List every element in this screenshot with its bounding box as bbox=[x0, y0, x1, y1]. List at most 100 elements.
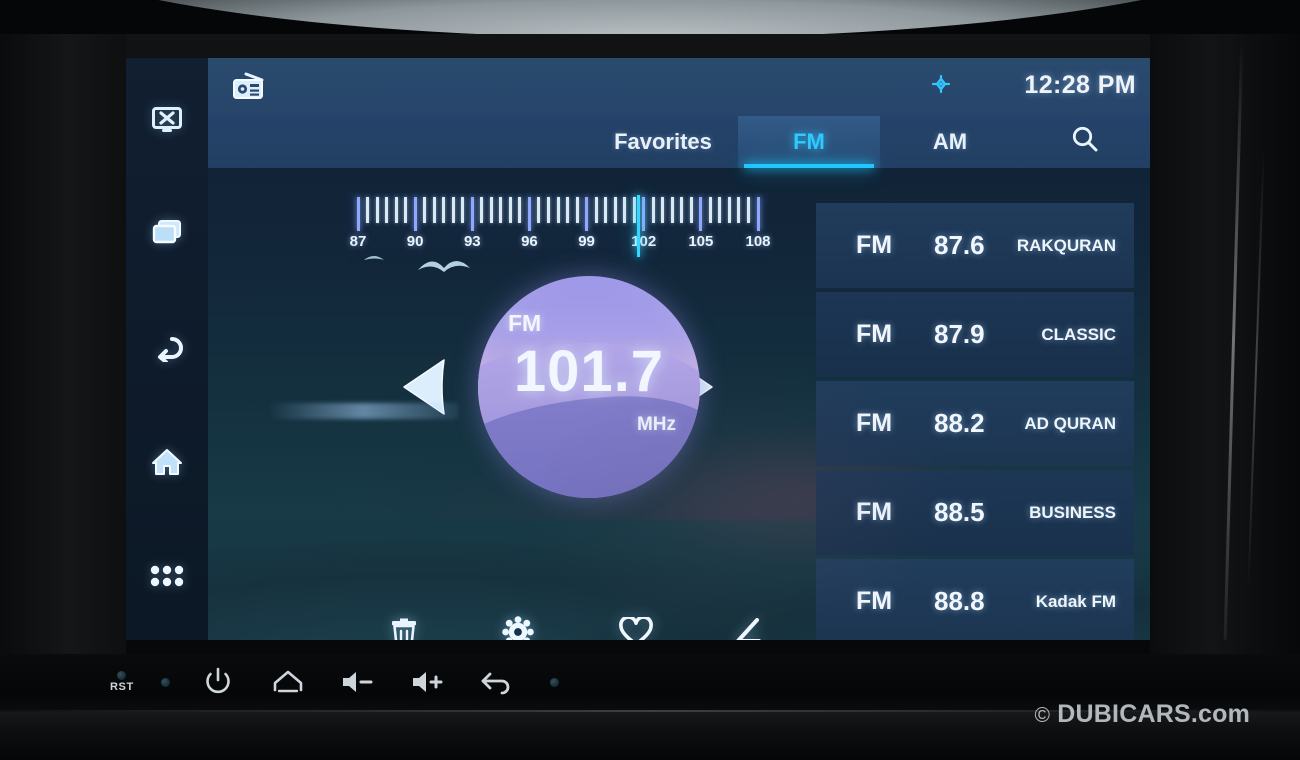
volume-up-button[interactable] bbox=[393, 668, 463, 696]
status-bar: 12:28 PM bbox=[208, 58, 1150, 116]
gear-icon bbox=[502, 615, 534, 640]
reset-pinhole-icon bbox=[117, 671, 127, 680]
sidebar-item-home[interactable] bbox=[126, 434, 208, 490]
station-row[interactable]: FM 88.2 AD QURAN bbox=[816, 381, 1134, 466]
tuning-tick-major bbox=[413, 197, 417, 231]
station-row[interactable]: FM 88.5 BUSINESS bbox=[816, 470, 1134, 555]
sidebar-rail bbox=[126, 58, 208, 640]
tuning-tick-minor bbox=[432, 197, 436, 223]
tuning-tick-minor bbox=[518, 197, 522, 223]
frequency-dial[interactable]: FM 101.7 MHz bbox=[478, 276, 700, 498]
tuning-tick-minor bbox=[394, 197, 398, 223]
tab-favorites-label: Favorites bbox=[614, 129, 712, 154]
tuning-tick-major bbox=[527, 197, 531, 231]
station-frequency: 88.5 bbox=[934, 497, 985, 527]
tuning-tick-minor bbox=[651, 197, 655, 223]
tab-fm-label: FM bbox=[793, 129, 825, 154]
tuning-tick-minor bbox=[670, 197, 674, 223]
prev-station-button[interactable] bbox=[396, 356, 452, 423]
sidebar-item-back[interactable] bbox=[126, 320, 208, 376]
station-name: AD QURAN bbox=[1024, 413, 1116, 433]
station-band: FM bbox=[856, 409, 893, 437]
tuning-tick-minor bbox=[737, 197, 741, 223]
tuning-tick-minor bbox=[718, 197, 722, 223]
station-row[interactable]: FM 87.6 RAKQURAN bbox=[816, 203, 1134, 288]
back-hardware-button[interactable] bbox=[462, 669, 532, 695]
tuning-scale-label: 96 bbox=[521, 233, 538, 250]
screen-off-icon bbox=[152, 107, 182, 133]
tuning-tick-minor bbox=[423, 197, 427, 223]
tab-fm[interactable]: FM bbox=[738, 116, 880, 168]
action-toolbar bbox=[358, 606, 828, 640]
favorite-button[interactable] bbox=[608, 606, 664, 640]
tuning-scale-label: 108 bbox=[745, 233, 771, 250]
indicator-led bbox=[148, 677, 184, 687]
home-icon bbox=[151, 448, 183, 476]
tuning-tick-minor bbox=[451, 197, 455, 223]
tuning-tick-major bbox=[699, 197, 703, 231]
tab-am[interactable]: AM bbox=[880, 116, 1020, 168]
tuning-tick-minor bbox=[385, 197, 389, 223]
dashboard: 12:28 PM Favorites FM AM 87 90 93 96 99 … bbox=[0, 0, 1300, 760]
tab-favorites[interactable]: Favorites bbox=[588, 116, 738, 168]
station-name: BUSINESS bbox=[1029, 502, 1116, 522]
tuning-tick-minor bbox=[461, 197, 465, 223]
station-band: FM bbox=[856, 231, 893, 259]
tuning-tick-minor bbox=[499, 197, 503, 223]
sidebar-item-apps[interactable] bbox=[126, 548, 208, 604]
tuning-tick-minor bbox=[613, 197, 617, 223]
dashboard-top-trim bbox=[0, 0, 1300, 38]
trash-icon bbox=[390, 616, 418, 640]
tab-bar: Favorites FM AM bbox=[208, 116, 1150, 168]
infotainment-screen[interactable]: 12:28 PM Favorites FM AM 87 90 93 96 99 … bbox=[126, 58, 1150, 640]
station-row[interactable]: FM 87.9 CLASSIC bbox=[816, 292, 1134, 377]
tuning-tick-minor bbox=[575, 197, 579, 223]
tuning-tick-minor bbox=[442, 197, 446, 223]
station-frequency: 87.9 bbox=[934, 319, 985, 349]
tuning-tick-minor bbox=[661, 197, 665, 223]
tuning-tick-minor bbox=[375, 197, 379, 223]
sidebar-item-screen-off[interactable] bbox=[126, 92, 208, 148]
power-icon bbox=[203, 667, 233, 697]
station-name: Kadak FM bbox=[1035, 591, 1116, 611]
led-icon-right bbox=[549, 677, 559, 687]
tuning-tick-minor bbox=[623, 197, 627, 223]
station-frequency: 88.8 bbox=[934, 586, 985, 616]
tuning-tick-minor bbox=[537, 197, 541, 223]
station-band: FM bbox=[856, 320, 893, 348]
app-grid-icon bbox=[150, 564, 184, 588]
equalizer-button[interactable] bbox=[720, 606, 776, 640]
delete-button[interactable] bbox=[376, 606, 432, 640]
tab-search[interactable] bbox=[1020, 116, 1150, 168]
tuning-tick-minor bbox=[489, 197, 493, 223]
tuning-tick-major bbox=[756, 197, 760, 231]
reset-button[interactable]: RST bbox=[96, 671, 148, 693]
gps-location-icon bbox=[928, 74, 954, 106]
tuning-cursor[interactable] bbox=[636, 195, 640, 257]
equalizer-icon bbox=[733, 617, 763, 640]
watermark-copyright: © bbox=[1034, 704, 1051, 727]
tuning-tick-minor bbox=[632, 197, 636, 223]
dial-band-label: FM bbox=[508, 310, 542, 336]
dial-frequency-unit: MHz bbox=[636, 414, 676, 435]
station-list[interactable]: FM 87.6 RAKQURAN FM 87.9 CLASSIC FM 88.2 AD QURA… bbox=[816, 203, 1134, 640]
station-name: RAKQURAN bbox=[1016, 235, 1116, 255]
tuning-tick-minor bbox=[746, 197, 750, 223]
tuning-tick-minor bbox=[566, 197, 570, 223]
tuning-tick-minor bbox=[594, 197, 598, 223]
home-icon bbox=[271, 668, 305, 696]
tuning-tick-minor bbox=[604, 197, 608, 223]
volume-down-icon bbox=[339, 668, 377, 696]
volume-up-icon bbox=[409, 668, 447, 696]
volume-down-button[interactable] bbox=[323, 668, 393, 696]
tuning-scale-label: 99 bbox=[578, 233, 595, 250]
station-row[interactable]: FM 88.8 Kadak FM bbox=[816, 559, 1134, 640]
power-button[interactable] bbox=[184, 667, 254, 697]
tuning-tick-minor bbox=[680, 197, 684, 223]
station-band: FM bbox=[856, 498, 893, 526]
tuning-ticks bbox=[348, 197, 768, 231]
radio-icon bbox=[232, 72, 266, 107]
home-hardware-button[interactable] bbox=[253, 668, 323, 696]
settings-button[interactable] bbox=[490, 606, 546, 640]
sidebar-item-multi-window[interactable] bbox=[126, 204, 208, 260]
